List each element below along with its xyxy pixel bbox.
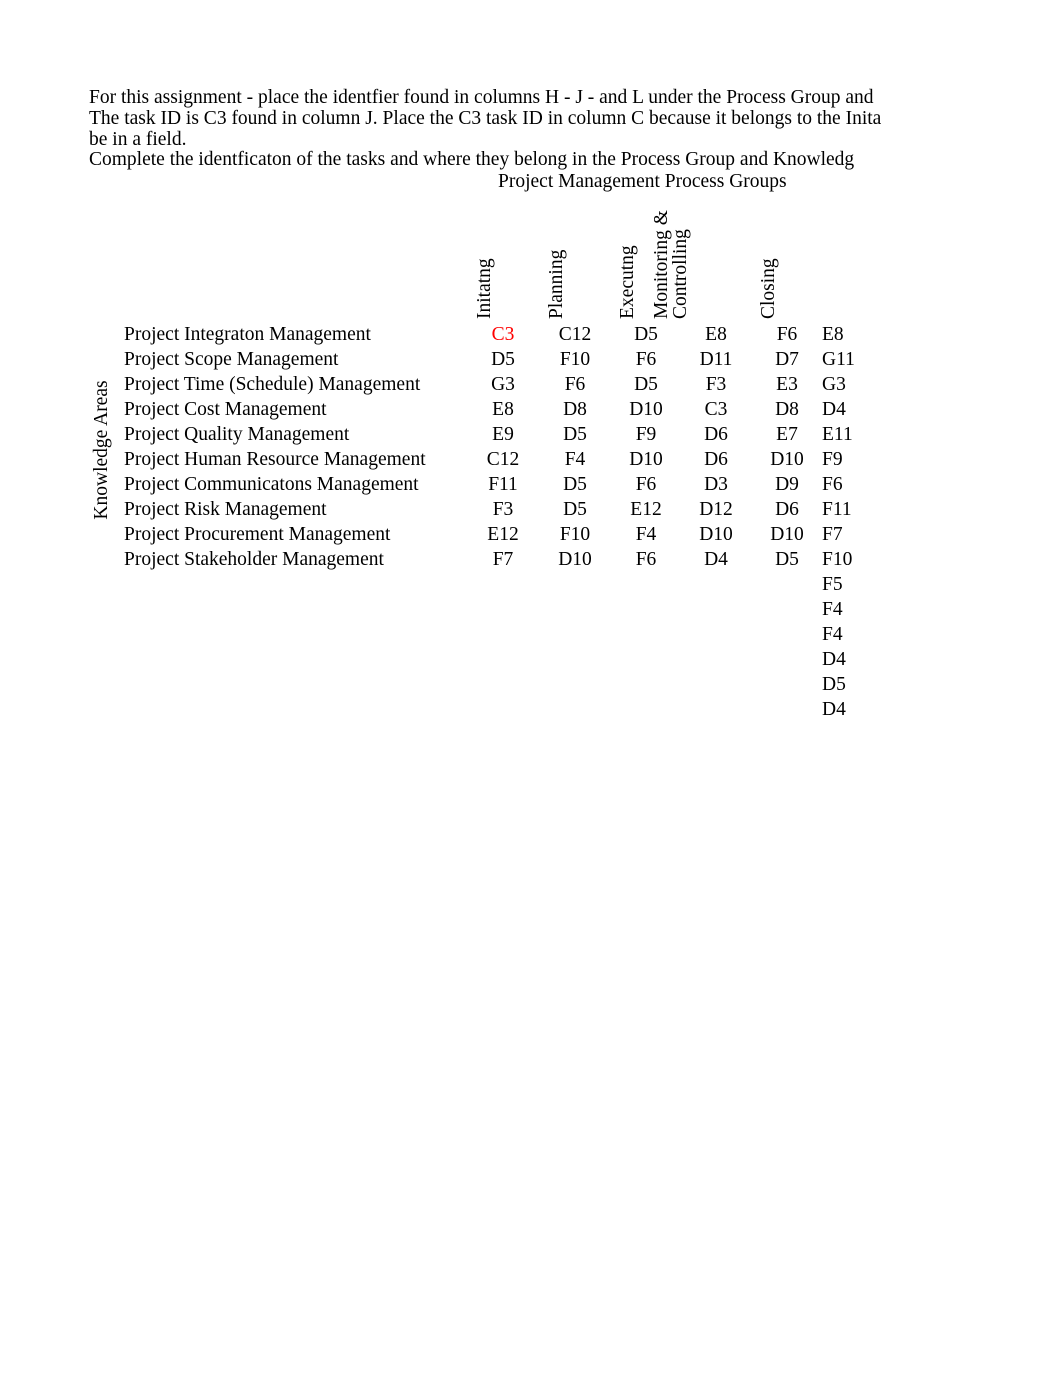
overflow-task-id[interactable]: F6 (822, 475, 892, 495)
matrix-cell[interactable]: C3 (676, 400, 756, 420)
row-label: Project Communicatons Management (124, 474, 419, 495)
matrix-cell[interactable]: D10 (606, 400, 686, 420)
matrix-cell[interactable]: D7 (747, 350, 827, 370)
row-label: Project Stakeholder Management (124, 549, 384, 570)
matrix-cell[interactable]: D5 (606, 375, 686, 395)
matrix-cell[interactable]: E7 (747, 425, 827, 445)
column-header-3-line-1: Controlling (669, 229, 691, 319)
overflow-task-id[interactable]: F4 (822, 600, 892, 620)
knowledge-areas-axis-label: Knowledge Areas (91, 380, 113, 520)
matrix-cell[interactable]: F7 (463, 550, 543, 570)
knowledge-areas-axis-label-text: Knowledge Areas (91, 380, 112, 520)
matrix-cell[interactable]: E8 (463, 400, 543, 420)
matrix-cell[interactable]: E12 (463, 525, 543, 545)
matrix-cell[interactable]: G3 (463, 375, 543, 395)
matrix-cell[interactable]: D10 (747, 525, 827, 545)
matrix-cell[interactable]: D5 (463, 350, 543, 370)
row-label: Project Cost Management (124, 399, 327, 420)
process-group-matrix: Initatng Planning Executng Monitoring & Cont… (0, 0, 1062, 1377)
matrix-cell[interactable]: F3 (463, 500, 543, 520)
row-label: Project Procurement Management (124, 524, 391, 545)
matrix-cell[interactable]: F6 (606, 475, 686, 495)
matrix-cell[interactable]: F10 (535, 525, 615, 545)
row-label: Project Integraton Management (124, 324, 371, 345)
row-label: Project Risk Management (124, 499, 327, 520)
matrix-cell[interactable]: E3 (747, 375, 827, 395)
matrix-cell[interactable]: C12 (463, 450, 543, 470)
matrix-cell[interactable]: E9 (463, 425, 543, 445)
matrix-cell[interactable]: D6 (676, 450, 756, 470)
overflow-task-id[interactable]: D4 (822, 700, 892, 720)
column-header-4: Closing (758, 258, 779, 319)
matrix-cell[interactable]: F6 (606, 350, 686, 370)
matrix-cell[interactable]: F10 (535, 350, 615, 370)
matrix-cell[interactable]: D5 (535, 475, 615, 495)
matrix-cell[interactable]: F4 (535, 450, 615, 470)
overflow-task-id[interactable]: F4 (822, 625, 892, 645)
matrix-cell[interactable]: F4 (606, 525, 686, 545)
row-label: Project Quality Management (124, 424, 350, 445)
overflow-task-id[interactable]: F11 (822, 500, 892, 520)
matrix-cell[interactable]: C12 (535, 325, 615, 345)
matrix-cell[interactable]: D6 (747, 500, 827, 520)
matrix-cell[interactable]: F6 (535, 375, 615, 395)
row-label: Project Time (Schedule) Management (124, 374, 421, 395)
overflow-task-id[interactable]: F9 (822, 450, 892, 470)
matrix-cell[interactable]: D3 (676, 475, 756, 495)
matrix-cell[interactable]: F6 (606, 550, 686, 570)
matrix-cell[interactable]: D10 (606, 450, 686, 470)
matrix-cell[interactable]: F11 (463, 475, 543, 495)
overflow-task-id[interactable]: F5 (822, 575, 892, 595)
overflow-task-id[interactable]: D4 (822, 400, 892, 420)
row-label: Project Human Resource Management (124, 449, 426, 470)
matrix-cell[interactable]: D8 (747, 400, 827, 420)
matrix-cell[interactable]: D5 (535, 425, 615, 445)
matrix-cell[interactable]: D5 (606, 325, 686, 345)
overflow-task-id[interactable]: G11 (822, 350, 892, 370)
matrix-cell[interactable]: D8 (535, 400, 615, 420)
overflow-task-id[interactable]: D4 (822, 650, 892, 670)
column-header-0: Initatng (474, 258, 495, 319)
column-header-1: Planning (546, 249, 567, 319)
matrix-cell[interactable]: C3 (463, 325, 543, 345)
matrix-cell[interactable]: D4 (676, 550, 756, 570)
overflow-task-id[interactable]: E8 (822, 325, 892, 345)
matrix-cell[interactable]: F9 (606, 425, 686, 445)
matrix-cell[interactable]: D10 (535, 550, 615, 570)
matrix-cell[interactable]: E12 (606, 500, 686, 520)
overflow-task-id[interactable]: G3 (822, 375, 892, 395)
column-header-2: Executng (617, 245, 638, 319)
overflow-task-id[interactable]: E11 (822, 425, 892, 445)
matrix-cell[interactable]: D5 (747, 550, 827, 570)
matrix-cell[interactable]: D10 (747, 450, 827, 470)
matrix-cell[interactable]: D5 (535, 500, 615, 520)
matrix-cell[interactable]: D10 (676, 525, 756, 545)
matrix-cell[interactable]: D12 (676, 500, 756, 520)
overflow-task-id[interactable]: F10 (822, 550, 892, 570)
row-label: Project Scope Management (124, 349, 339, 370)
column-header-3: Monitoring & Controlling (651, 210, 691, 319)
matrix-cell[interactable]: D11 (676, 350, 756, 370)
overflow-task-id[interactable]: D5 (822, 675, 892, 695)
overflow-task-id[interactable]: F7 (822, 525, 892, 545)
column-header-3-line-0: Monitoring & (651, 210, 672, 319)
matrix-cell[interactable]: D6 (676, 425, 756, 445)
matrix-cell[interactable]: E8 (676, 325, 756, 345)
matrix-cell[interactable]: F6 (747, 325, 827, 345)
matrix-cell[interactable]: F3 (676, 375, 756, 395)
matrix-cell[interactable]: D9 (747, 475, 827, 495)
